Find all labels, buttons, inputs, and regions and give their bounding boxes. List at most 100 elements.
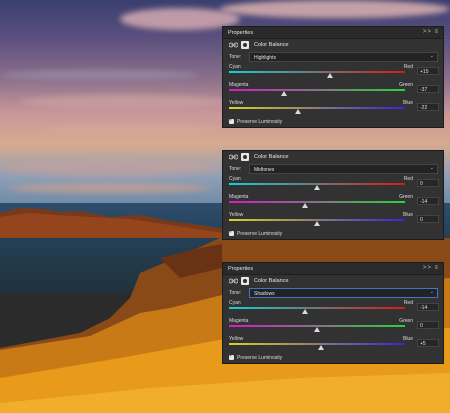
preserve-luminosity-checkbox[interactable]: Preserve Luminosity (223, 228, 443, 239)
tone-value: Midtones (254, 166, 275, 173)
slider-track[interactable] (229, 201, 405, 203)
tone-label: Tone: (229, 290, 242, 296)
slider-value-field[interactable]: -14 (417, 303, 439, 311)
yellow-blue-slider[interactable]: Yellow Blue -22 (223, 98, 443, 116)
tone-dropdown[interactable]: Highlights ⌄ (249, 52, 438, 62)
slider-track[interactable] (229, 107, 405, 109)
slider-left-label: Magenta (229, 318, 249, 324)
slider-thumb[interactable] (327, 73, 334, 78)
cyan-red-slider[interactable]: Cyan Red -14 (223, 298, 443, 316)
cyan-red-slider[interactable]: Cyan Red +15 (223, 62, 443, 80)
slider-left-label: Magenta (229, 82, 249, 88)
cloud (40, 125, 220, 135)
checkbox-icon[interactable] (229, 229, 234, 236)
slider-value-field[interactable]: +15 (417, 67, 439, 75)
panel-menu-icon[interactable]: >> ≡ (423, 29, 439, 35)
slider-right-label: Red (403, 176, 413, 182)
slider-right-label: Green (399, 194, 413, 200)
slider-thumb[interactable] (301, 203, 308, 208)
checkbox-icon[interactable] (229, 117, 234, 124)
slider-value-field[interactable]: 0 (417, 215, 439, 223)
checkbox-label: Preserve Luminosity (237, 119, 283, 125)
balance-scale-icon (229, 42, 238, 48)
tone-value: Highlights (254, 54, 276, 61)
slider-value-field[interactable]: -37 (417, 85, 439, 93)
tone-dropdown[interactable]: Midtones ⌄ (249, 164, 438, 174)
yellow-blue-slider[interactable]: Yellow Blue +5 (223, 334, 443, 352)
mask-icon[interactable] (241, 277, 249, 285)
slider-right-label: Blue (402, 212, 413, 218)
adjustment-name: Color Balance (254, 154, 289, 160)
slider-thumb[interactable] (314, 221, 320, 226)
slider-left-label: Yellow (229, 100, 244, 106)
panel-header: Properties >> ≡ (223, 263, 443, 275)
cloud (0, 70, 200, 80)
checkbox-label: Preserve Luminosity (237, 231, 283, 237)
slider-left-label: Cyan (229, 300, 241, 306)
slider-left-label: Cyan (229, 64, 241, 70)
checkbox-label: Preserve Luminosity (237, 355, 283, 361)
slider-left-label: Yellow (229, 336, 244, 342)
properties-panel-shadows: Properties >> ≡ Color Balance Tone: Shad… (222, 262, 444, 364)
panel-header: Properties >> ≡ (223, 27, 443, 39)
cloud (220, 0, 450, 18)
slider-left-label: Cyan (229, 176, 241, 182)
slider-thumb[interactable] (318, 345, 325, 350)
slider-thumb[interactable] (301, 309, 308, 314)
panel-menu-icon[interactable]: >> ≡ (423, 265, 439, 271)
preserve-luminosity-checkbox[interactable]: Preserve Luminosity (223, 352, 443, 363)
slider-track[interactable] (229, 89, 405, 91)
slider-left-label: Yellow (229, 212, 244, 218)
slider-right-label: Red (403, 64, 413, 70)
slider-track[interactable] (229, 307, 405, 309)
mask-icon[interactable] (241, 41, 249, 49)
tone-row: Tone: Shadows ⌄ (223, 287, 443, 298)
tone-row: Tone: Midtones ⌄ (223, 163, 443, 174)
checkbox-icon[interactable] (229, 353, 234, 360)
yellow-blue-slider[interactable]: Yellow Blue 0 (223, 210, 443, 228)
slider-value-field[interactable]: 0 (417, 321, 439, 329)
cyan-red-slider[interactable]: Cyan Red 0 (223, 174, 443, 192)
slider-right-label: Red (403, 300, 413, 306)
adjustment-name: Color Balance (254, 278, 289, 284)
slider-value-field[interactable]: +5 (417, 339, 439, 347)
panel-title: Properties (228, 266, 254, 272)
cloud (20, 95, 230, 109)
adjustment-name: Color Balance (254, 42, 289, 48)
slider-right-label: Blue (402, 336, 413, 342)
slider-thumb[interactable] (314, 327, 320, 332)
magenta-green-slider[interactable]: Magenta Green -37 (223, 80, 443, 98)
adjustment-layer-row: Color Balance (223, 39, 443, 51)
chevron-down-icon: ⌄ (429, 289, 434, 295)
tone-row: Tone: Highlights ⌄ (223, 51, 443, 62)
chevron-down-icon: ⌄ (429, 53, 434, 59)
tone-label: Tone: (229, 166, 242, 172)
slider-right-label: Green (399, 318, 413, 324)
tone-label: Tone: (229, 54, 242, 60)
slider-track[interactable] (229, 343, 405, 345)
rocky-island (0, 208, 225, 238)
tone-value: Shadows (254, 290, 275, 297)
balance-scale-icon (229, 278, 238, 284)
slider-right-label: Blue (402, 100, 413, 106)
slider-thumb[interactable] (281, 91, 288, 96)
slider-left-label: Magenta (229, 194, 249, 200)
slider-thumb[interactable] (294, 109, 301, 114)
chevron-down-icon: ⌄ (429, 165, 434, 171)
cloud (0, 160, 220, 176)
slider-value-field[interactable]: -14 (417, 197, 439, 205)
slider-value-field[interactable]: -22 (417, 103, 439, 111)
slider-thumb[interactable] (314, 185, 320, 190)
magenta-green-slider[interactable]: Magenta Green 0 (223, 316, 443, 334)
balance-scale-icon (229, 154, 238, 160)
slider-value-field[interactable]: 0 (417, 179, 439, 187)
slider-right-label: Green (399, 82, 413, 88)
adjustment-layer-row: Color Balance (223, 275, 443, 287)
adjustment-layer-row: Color Balance (223, 151, 443, 163)
slider-track[interactable] (229, 71, 405, 73)
magenta-green-slider[interactable]: Magenta Green -14 (223, 192, 443, 210)
preserve-luminosity-checkbox[interactable]: Preserve Luminosity (223, 116, 443, 127)
properties-panel-highlights: Properties >> ≡ Color Balance Tone: High… (222, 26, 444, 128)
mask-icon[interactable] (241, 153, 249, 161)
tone-dropdown[interactable]: Shadows ⌄ (249, 288, 438, 298)
